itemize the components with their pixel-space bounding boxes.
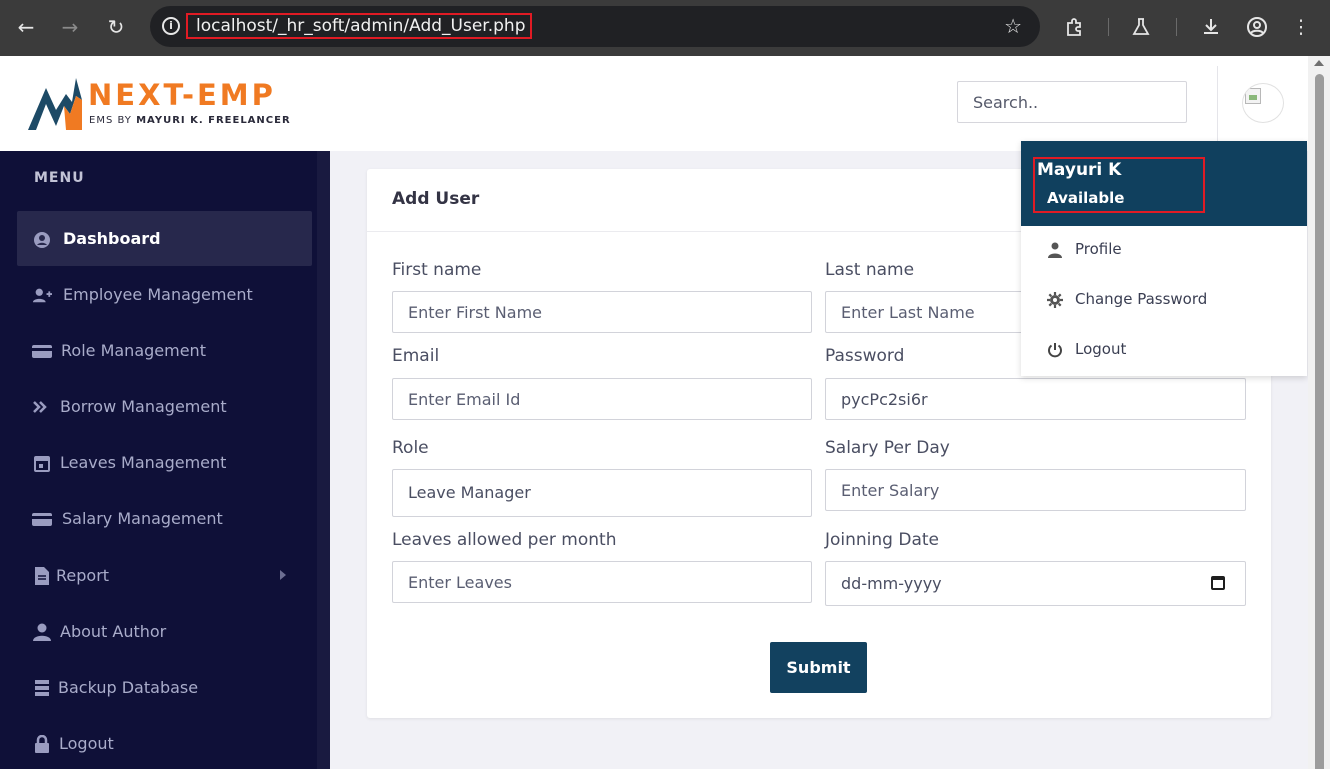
menu-item-logout[interactable]: Logout <box>1021 325 1307 375</box>
sidebar-item-label: Dashboard <box>63 229 161 248</box>
scroll-thumb[interactable] <box>1315 74 1324 769</box>
sidebar-item-employee-management[interactable]: Employee Management <box>17 267 312 322</box>
extensions-icon[interactable] <box>1060 13 1088 41</box>
status-badge: Available <box>1047 189 1125 207</box>
user-icon <box>33 623 51 641</box>
joining-date-field[interactable]: dd-mm-yyyy <box>825 561 1246 606</box>
user-icon <box>1048 242 1062 258</box>
salary-field[interactable] <box>825 469 1246 511</box>
sidebar-item-label: Backup Database <box>58 678 199 697</box>
card-icon <box>32 513 52 526</box>
star-icon[interactable]: ☆ <box>1004 14 1022 38</box>
gear-icon <box>1047 292 1063 308</box>
page-title: Add User <box>392 189 480 209</box>
sidebar-item-label: Salary Management <box>62 509 223 528</box>
menu-item-label: Change Password <box>1075 290 1208 308</box>
sidebar-item-backup-database[interactable]: Backup Database <box>17 660 312 715</box>
menu-item-profile[interactable]: Profile <box>1021 225 1307 275</box>
logo-icon <box>28 78 82 130</box>
broken-image-icon <box>1245 88 1261 104</box>
menu-item-label: Profile <box>1075 240 1122 258</box>
kebab-menu-icon[interactable]: ⋮ <box>1287 13 1315 41</box>
chevron-right-icon <box>280 570 286 580</box>
menu-item-label: Logout <box>1075 340 1127 358</box>
email-field[interactable] <box>392 378 812 420</box>
brand-name: NEXT-EMP <box>88 78 276 112</box>
user-dropdown-menu: Mayuri K Available Profile Change Passwo… <box>1021 141 1307 376</box>
leaves-label: Leaves allowed per month <box>392 530 617 550</box>
menu-item-change-password[interactable]: Change Password <box>1021 275 1307 325</box>
sidebar-item-dashboard[interactable]: Dashboard <box>17 211 312 266</box>
lock-icon <box>35 735 49 753</box>
avatar[interactable] <box>1242 83 1284 123</box>
sidebar-item-leaves-management[interactable]: Leaves Management <box>17 435 312 490</box>
sidebar: MENU Dashboard Employee Management Role … <box>0 151 330 769</box>
sidebar-item-borrow-management[interactable]: Borrow Management <box>17 379 312 434</box>
sidebar-item-label: Logout <box>59 734 114 753</box>
user-circle-icon <box>34 232 50 248</box>
sidebar-item-logout[interactable]: Logout <box>17 716 312 769</box>
download-icon[interactable] <box>1197 13 1225 41</box>
url-text[interactable]: localhost/_hr_soft/admin/Add_User.php <box>186 13 532 39</box>
scroll-up-icon[interactable] <box>1314 60 1324 66</box>
date-placeholder: dd-mm-yyyy <box>841 574 942 593</box>
browser-toolbar: ← → ↻ i localhost/_hr_soft/admin/Add_Use… <box>0 0 1330 56</box>
brand-tagline: EMS BY MAYURI K. FREELANCER <box>89 115 291 126</box>
search-input[interactable] <box>957 81 1187 123</box>
sidebar-item-label: Leaves Management <box>60 453 227 472</box>
forward-arrow-icon[interactable]: → <box>56 13 84 41</box>
sidebar-item-label: Borrow Management <box>60 397 227 416</box>
last-name-label: Last name <box>825 260 915 280</box>
reload-icon[interactable]: ↻ <box>102 13 130 41</box>
handshake-icon <box>33 401 47 413</box>
first-name-field[interactable] <box>392 291 812 333</box>
sidebar-item-label: Employee Management <box>63 285 253 304</box>
power-icon <box>1048 343 1062 358</box>
user-info-header: Mayuri K Available <box>1021 141 1307 226</box>
first-name-label: First name <box>392 260 482 280</box>
user-name: Mayuri K <box>1037 160 1122 180</box>
role-label: Role <box>392 438 429 458</box>
calendar-icon[interactable] <box>1211 576 1225 590</box>
joining-date-label: Joinning Date <box>825 530 940 550</box>
sidebar-item-label: About Author <box>60 622 167 641</box>
user-plus-icon <box>32 288 52 303</box>
role-select[interactable]: Leave Manager <box>392 469 812 517</box>
menu-title: MENU <box>34 170 85 186</box>
leaves-field[interactable] <box>392 561 812 603</box>
sidebar-item-role-management[interactable]: Role Management <box>17 323 312 378</box>
database-icon <box>35 680 49 696</box>
password-field[interactable] <box>825 378 1246 420</box>
sidebar-item-label: Report <box>56 566 110 585</box>
header-divider <box>1217 66 1218 141</box>
calendar-icon <box>34 456 50 472</box>
account-icon[interactable] <box>1243 13 1271 41</box>
salary-label: Salary Per Day <box>825 438 950 458</box>
sidebar-item-label: Role Management <box>61 341 206 360</box>
password-label: Password <box>825 346 905 366</box>
app-header: NEXT-EMP EMS BY MAYURI K. FREELANCER <box>0 56 1308 151</box>
info-icon[interactable]: i <box>162 17 180 35</box>
card-icon <box>32 345 52 358</box>
page: NEXT-EMP EMS BY MAYURI K. FREELANCER MEN… <box>0 56 1308 769</box>
file-icon <box>35 567 49 585</box>
sidebar-item-salary-management[interactable]: Salary Management <box>17 491 312 546</box>
address-bar[interactable]: i localhost/_hr_soft/admin/Add_User.php … <box>150 6 1040 47</box>
sidebar-item-about-author[interactable]: About Author <box>17 604 312 659</box>
email-label: Email <box>392 346 440 366</box>
labs-flask-icon[interactable] <box>1127 13 1155 41</box>
sidebar-item-report[interactable]: Report <box>17 548 312 603</box>
back-arrow-icon[interactable]: ← <box>12 13 40 41</box>
scrollbar[interactable] <box>1308 56 1330 769</box>
submit-button[interactable]: Submit <box>770 642 867 693</box>
